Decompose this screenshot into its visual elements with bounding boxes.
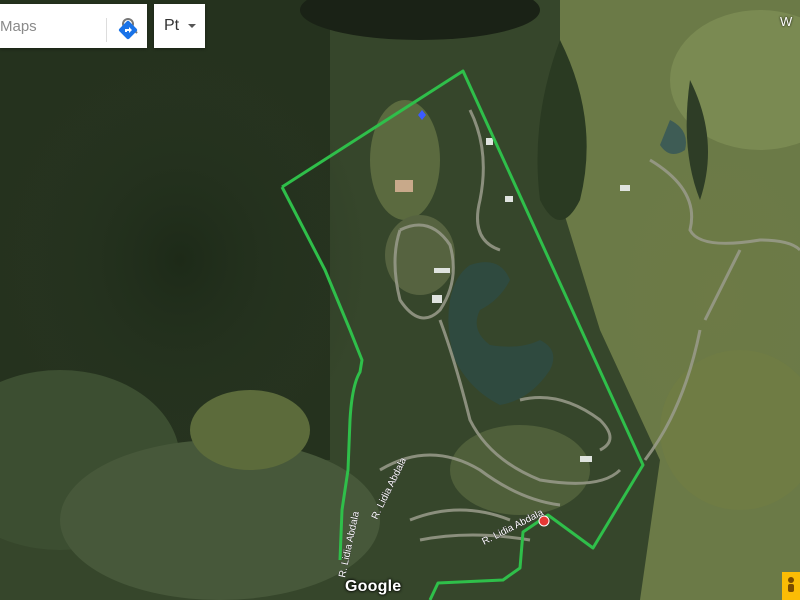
divider: [106, 18, 107, 42]
satellite-map[interactable]: R. Lidia Abdala R. Lidia Abdala R. Lidia…: [0, 0, 800, 600]
language-label: Pt: [164, 17, 180, 34]
search-input[interactable]: Maps: [0, 18, 113, 35]
chevron-down-icon: [188, 24, 196, 28]
compass-label: W: [780, 14, 793, 29]
directions-button[interactable]: [108, 8, 147, 52]
search-box[interactable]: Maps: [0, 4, 147, 48]
google-logo: Google: [345, 578, 402, 595]
directions-icon: [118, 20, 137, 40]
language-selector[interactable]: Pt: [154, 4, 205, 48]
pegman-icon[interactable]: [782, 572, 800, 600]
